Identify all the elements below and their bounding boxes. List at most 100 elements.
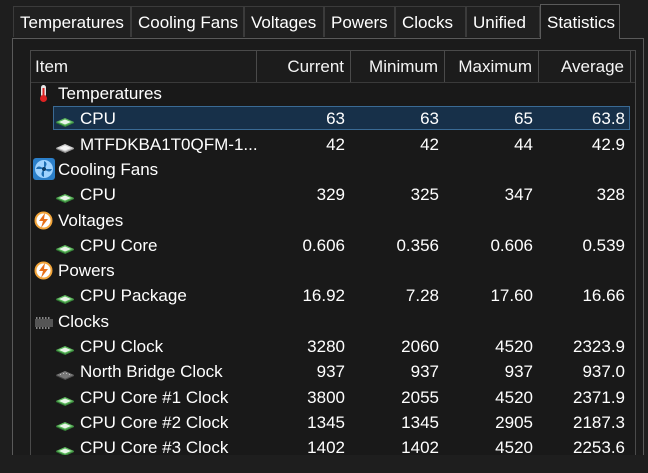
table-row[interactable]: MTFDKBA1T0QFM-1... 42 42 44 42.9 (31, 132, 635, 157)
value-maximum: 0.606 (490, 235, 533, 255)
value-current: 1345 (307, 412, 345, 432)
item-label: CPU Package (80, 286, 187, 306)
value-maximum: 347 (504, 185, 533, 205)
value-minimum: 937 (410, 362, 439, 382)
value-maximum: 17.60 (490, 286, 533, 306)
value-current: 3280 (307, 337, 345, 356)
drive-icon (56, 140, 74, 153)
group-label: Voltages (58, 210, 124, 230)
value-minimum: 2060 (401, 337, 439, 356)
tab-statistics[interactable]: Statistics (540, 4, 620, 39)
value-maximum: 937 (504, 362, 533, 382)
column-header-minimum[interactable]: Minimum (351, 51, 445, 82)
tab-cooling-fans[interactable]: Cooling Fans (131, 6, 244, 37)
group-row[interactable]: Powers (31, 258, 635, 283)
value-average: 2371.9 (573, 387, 625, 407)
value-current: 42 (326, 134, 345, 154)
item-label: CPU (80, 109, 116, 129)
value-minimum: 325 (410, 185, 439, 205)
value-maximum: 4520 (495, 337, 533, 356)
value-current: 16.92 (302, 286, 345, 306)
group-label: Cooling Fans (58, 159, 159, 179)
chip-icon (56, 443, 74, 456)
tab-bar: Temperatures Cooling Fans Voltages Power… (0, 0, 648, 40)
value-minimum: 1345 (401, 412, 439, 432)
lightning-icon (34, 261, 53, 280)
value-average: 328 (596, 185, 625, 205)
table-row[interactable]: North Bridge Clock 937 937 937 937.0 (31, 359, 635, 384)
group-row[interactable]: Temperatures (31, 81, 635, 106)
table-row[interactable]: CPU Core #1 Clock 3800 2055 4520 2371.9 (31, 385, 635, 410)
table-row[interactable]: CPU Package 16.92 7.28 17.60 16.66 (31, 283, 635, 308)
statistics-list[interactable]: Item Current Minimum Maximum Average Tem… (30, 50, 636, 457)
value-maximum: 4520 (495, 438, 533, 457)
tab-temperatures[interactable]: Temperatures (13, 6, 131, 37)
item-label: CPU (80, 185, 116, 205)
window-bottom-edge (0, 455, 648, 473)
chip-icon (56, 241, 74, 254)
chip-icon (56, 418, 74, 431)
value-average: 0.539 (582, 235, 625, 255)
column-header-maximum[interactable]: Maximum (445, 51, 539, 82)
value-minimum: 63 (420, 109, 439, 129)
lightning-icon (34, 211, 53, 230)
value-average: 937.0 (582, 362, 625, 382)
table-row[interactable]: CPU Clock 3280 2060 4520 2323.9 (31, 334, 635, 359)
chip-icon (56, 342, 74, 355)
column-header-current[interactable]: Current (257, 51, 351, 82)
table-row[interactable]: CPU 63 63 65 63.8 (31, 106, 635, 131)
column-header-item[interactable]: Item (31, 51, 257, 82)
item-label: CPU Core #1 Clock (80, 387, 229, 407)
tab-voltages[interactable]: Voltages (244, 6, 324, 37)
group-label: Temperatures (58, 84, 162, 103)
value-minimum: 7.28 (405, 286, 439, 306)
group-label: Powers (58, 261, 115, 281)
item-label: MTFDKBA1T0QFM-1... (80, 134, 258, 154)
chip-icon (56, 114, 74, 128)
clock-chip-icon (33, 316, 53, 335)
item-label: CPU Core (80, 235, 158, 255)
value-average: 2187.3 (573, 412, 625, 432)
chip-icon (56, 393, 74, 406)
value-current: 3800 (307, 387, 345, 407)
value-minimum: 0.356 (396, 235, 439, 255)
value-minimum: 42 (420, 134, 439, 154)
item-label: CPU Core #2 Clock (80, 412, 229, 432)
item-label: CPU Core #3 Clock (80, 438, 229, 457)
value-maximum: 4520 (495, 387, 533, 407)
value-minimum: 2055 (401, 387, 439, 407)
dark-chip-icon (56, 367, 74, 381)
table-row[interactable]: CPU 329 325 347 328 (31, 182, 635, 207)
item-label: North Bridge Clock (80, 362, 223, 382)
tab-clocks[interactable]: Clocks (395, 6, 466, 37)
table-row[interactable]: CPU Core 0.606 0.356 0.606 0.539 (31, 233, 635, 258)
table-row[interactable]: CPU Core #3 Clock 1402 1402 4520 2253.6 (31, 435, 635, 457)
value-average: 2323.9 (573, 337, 625, 356)
chip-icon (56, 190, 74, 204)
value-maximum: 2905 (495, 412, 533, 432)
group-row[interactable]: Cooling Fans (31, 157, 635, 182)
value-average: 63.8 (591, 109, 625, 129)
value-current: 63 (326, 109, 345, 129)
group-row[interactable]: Voltages (31, 208, 635, 233)
value-maximum: 65 (514, 109, 533, 129)
value-current: 329 (316, 185, 345, 205)
value-current: 0.606 (302, 235, 345, 255)
value-maximum: 44 (514, 134, 533, 154)
group-row[interactable]: Clocks (31, 309, 635, 334)
column-header-average[interactable]: Average (539, 51, 631, 82)
value-current: 1402 (307, 438, 345, 457)
value-average: 42.9 (591, 134, 625, 154)
fan-icon (33, 157, 55, 180)
tab-unified[interactable]: Unified (466, 6, 540, 37)
value-average: 16.66 (582, 286, 625, 306)
chip-icon (56, 291, 74, 305)
tab-powers[interactable]: Powers (324, 6, 395, 37)
list-header: Item Current Minimum Maximum Average (31, 51, 635, 83)
item-label: CPU Clock (80, 337, 164, 356)
value-minimum: 1402 (401, 438, 439, 457)
value-current: 937 (316, 362, 345, 382)
table-row[interactable]: CPU Core #2 Clock 1345 1345 2905 2187.3 (31, 410, 635, 435)
value-average: 2253.6 (573, 438, 625, 457)
thermometer-icon (34, 84, 53, 103)
